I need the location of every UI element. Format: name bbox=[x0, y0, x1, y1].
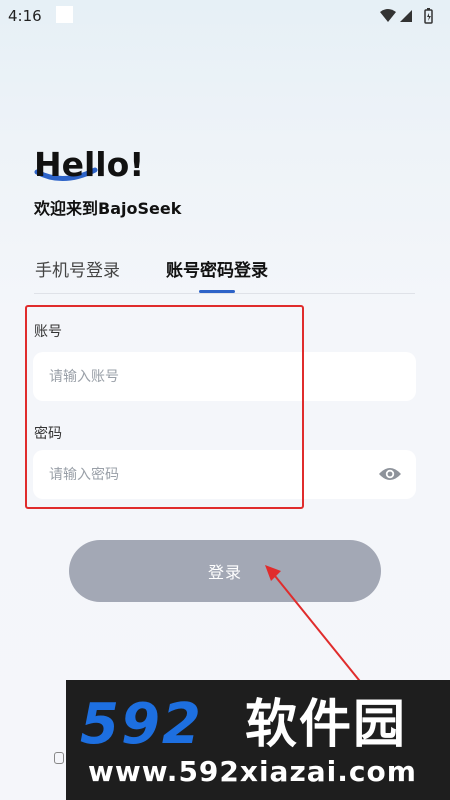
status-time: 4:16 bbox=[8, 7, 42, 25]
notification-icon bbox=[56, 6, 73, 23]
welcome-text: 欢迎来到BajoSeek bbox=[34, 199, 182, 218]
annotation-highlight-box bbox=[25, 305, 304, 509]
annotation-arrow bbox=[265, 565, 364, 686]
agreement-checkbox[interactable] bbox=[54, 752, 64, 764]
tab-account-login[interactable]: 账号密码登录 bbox=[166, 256, 268, 281]
eye-icon[interactable] bbox=[378, 464, 402, 484]
wifi-icon bbox=[380, 9, 396, 22]
hello-title: Hello! bbox=[34, 145, 145, 184]
status-icons bbox=[380, 8, 433, 24]
watermark-url: www.592xiazai.com bbox=[88, 755, 417, 788]
watermark-logo-text: 软件园 bbox=[245, 695, 408, 755]
tab-divider bbox=[34, 293, 415, 294]
signal-icon bbox=[400, 10, 412, 22]
watermark-logo-number: 592 bbox=[80, 692, 203, 757]
battery-icon bbox=[424, 8, 433, 24]
tab-phone-login[interactable]: 手机号登录 bbox=[35, 256, 120, 281]
